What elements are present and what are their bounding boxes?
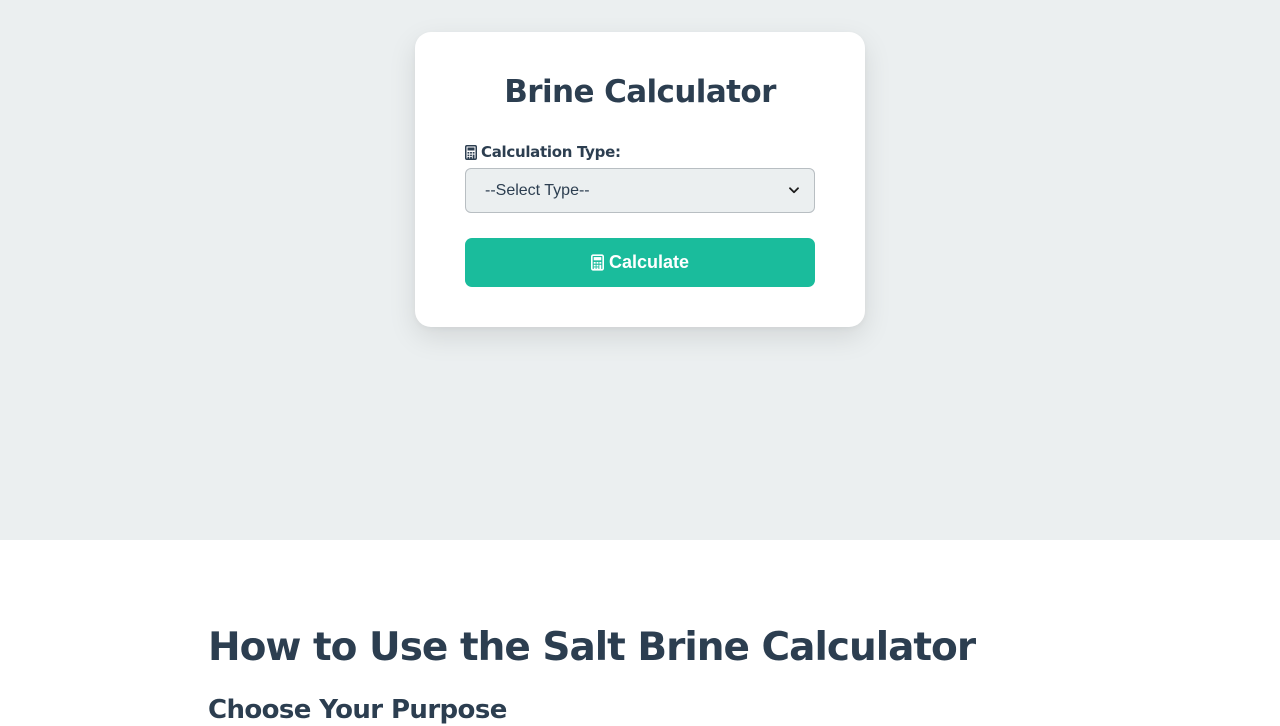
calculation-type-select-value: --Select Type-- (485, 181, 590, 199)
calculator-icon (465, 144, 477, 160)
calculation-type-label: Calculation Type: (465, 142, 621, 162)
calculation-type-select[interactable]: --Select Type-- (465, 168, 815, 213)
article-subtitle: Choose Your Purpose (208, 695, 507, 725)
calculate-button[interactable]: Calculate (465, 238, 815, 287)
article-title: How to Use the Salt Brine Calculator (208, 625, 976, 670)
calculation-type-label-text: Calculation Type: (481, 143, 621, 161)
calculator-title: Brine Calculator (504, 74, 776, 110)
chevron-down-icon (788, 185, 800, 197)
hero-section: Brine Calculator Calculation Type: --Sel… (0, 0, 1280, 540)
calculate-button-label: Calculate (608, 252, 690, 272)
calculator-card: Brine Calculator Calculation Type: --Sel… (415, 32, 865, 327)
calculator-icon (590, 254, 604, 271)
